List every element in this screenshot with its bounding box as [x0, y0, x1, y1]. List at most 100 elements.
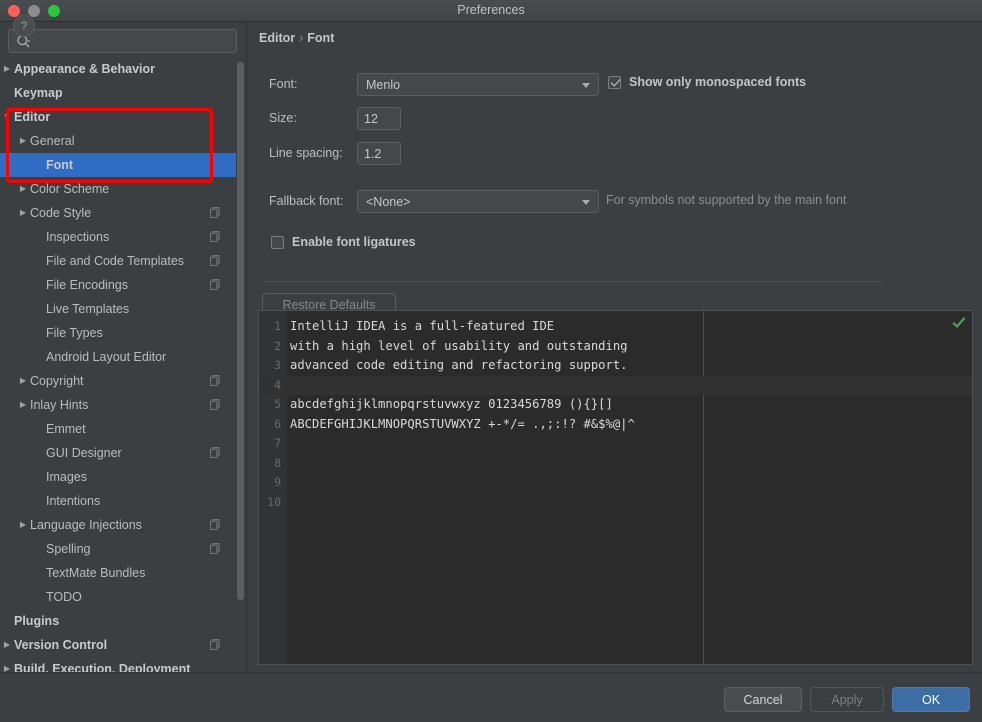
sidebar-item-todo[interactable]: TODO — [0, 585, 236, 609]
chevron-right-icon[interactable]: ▶ — [0, 633, 14, 657]
font-ligatures-checkbox[interactable]: Enable font ligatures — [271, 235, 416, 249]
font-preview-editor[interactable]: 1 IntelliJ IDEA is a full-featured IDE 2 wi… — [258, 310, 973, 665]
sidebar-item-label: File Encodings — [46, 278, 128, 292]
sidebar-item-images[interactable]: Images — [0, 465, 236, 489]
sidebar-item-font[interactable]: Font — [0, 153, 236, 177]
sidebar-item-inspections[interactable]: Inspections — [0, 225, 236, 249]
show-monospaced-label: Show only monospaced fonts — [629, 75, 807, 89]
ok-button[interactable]: OK — [892, 687, 970, 712]
sidebar-item-label: Plugins — [14, 614, 60, 628]
copy-settings-icon[interactable] — [210, 375, 221, 386]
fallback-font-value: <None> — [366, 195, 411, 209]
help-button[interactable]: ? — [13, 15, 35, 37]
sidebar-item-plugins[interactable]: Plugins — [0, 609, 236, 633]
sidebar-item-label: Copyright — [30, 374, 84, 388]
editor-line: 5 abcdefghijklmnopqrstuvwxyz 0123456789 (… — [259, 395, 972, 415]
chevron-right-icon[interactable]: ▶ — [16, 393, 30, 417]
show-monospaced-checkbox[interactable]: Show only monospaced fonts — [608, 75, 806, 89]
editor-line: 6 ABCDEFGHIJKLMNOPQRSTUVWXYZ +-*/= .,;:!?… — [259, 415, 972, 435]
line-text: advanced code editing and refactoring su… — [290, 358, 628, 372]
sidebar-item-inlay-hints[interactable]: ▶ Inlay Hints — [0, 393, 236, 417]
font-combobox[interactable]: Menlo — [357, 73, 599, 96]
copy-settings-icon[interactable] — [210, 231, 221, 242]
editor-line: 10 — [259, 493, 972, 513]
sidebar-item-editor[interactable]: ▼ Editor — [0, 105, 236, 129]
chevron-right-icon[interactable]: ▶ — [0, 657, 14, 672]
editor-line: 2 with a high level of usability and outs… — [259, 337, 972, 357]
sidebar-item-live-templates[interactable]: Live Templates — [0, 297, 236, 321]
sidebar-item-copyright[interactable]: ▶ Copyright — [0, 369, 236, 393]
line-spacing-input[interactable] — [357, 142, 401, 165]
font-label: Font: — [269, 77, 298, 91]
checkbox-indicator — [608, 75, 621, 89]
copy-settings-icon[interactable] — [210, 399, 221, 410]
sidebar-item-label: Version Control — [14, 638, 108, 652]
copy-settings-icon[interactable] — [210, 447, 221, 458]
copy-settings-icon[interactable] — [210, 279, 221, 290]
size-input[interactable] — [357, 107, 401, 130]
sidebar-item-keymap[interactable]: Keymap — [0, 81, 236, 105]
search-input[interactable] — [37, 30, 236, 54]
sidebar-item-label: Emmet — [46, 422, 86, 436]
sidebar-item-code-style[interactable]: ▶ Code Style — [0, 201, 236, 225]
sidebar-item-gui-designer[interactable]: GUI Designer — [0, 441, 236, 465]
sidebar-item-intentions[interactable]: Intentions — [0, 489, 236, 513]
fallback-font-combobox[interactable]: <None> — [357, 190, 599, 213]
breadcrumb: Editor › Font — [259, 31, 334, 45]
sidebar-item-emmet[interactable]: Emmet — [0, 417, 236, 441]
sidebar-item-file-and-code-templates[interactable]: File and Code Templates — [0, 249, 236, 273]
line-text: with a high level of usability and outst… — [290, 338, 628, 353]
sidebar-item-build-execution-deployment[interactable]: ▶ Build, Execution, Deployment — [0, 657, 236, 672]
line-number: 7 — [274, 436, 281, 450]
settings-tree[interactable]: ▶ Appearance & Behavior Keymap ▼ Editor ▶ Gene… — [0, 57, 236, 672]
copy-settings-icon[interactable] — [210, 207, 221, 218]
sidebar-item-android-layout-editor[interactable]: Android Layout Editor — [0, 345, 236, 369]
sidebar-item-label: Editor — [14, 110, 51, 124]
sidebar-item-color-scheme[interactable]: ▶ Color Scheme — [0, 177, 236, 201]
sidebar-item-version-control[interactable]: ▶ Version Control — [0, 633, 236, 657]
sidebar-item-label: Inlay Hints — [30, 398, 89, 412]
sidebar-item-label: Color Scheme — [30, 182, 110, 196]
sidebar-item-file-types[interactable]: File Types — [0, 321, 236, 345]
breadcrumb-parent[interactable]: Editor — [259, 31, 295, 45]
copy-settings-icon[interactable] — [210, 255, 221, 266]
line-number: 10 — [267, 494, 281, 509]
apply-button[interactable]: Apply — [810, 687, 884, 712]
sidebar-item-label: Android Layout Editor — [46, 350, 167, 364]
chevron-right-icon[interactable]: ▶ — [16, 129, 30, 153]
sidebar-item-label: GUI Designer — [46, 446, 122, 460]
sidebar-item-textmate-bundles[interactable]: TextMate Bundles — [0, 561, 236, 585]
cancel-button[interactable]: Cancel — [724, 687, 802, 712]
chevron-right-icon[interactable]: ▶ — [16, 513, 30, 537]
preferences-dialog: Preferences ▶ Appearance & Behavior Keymap… — [0, 0, 982, 722]
line-number: 5 — [274, 397, 281, 411]
sidebar-item-label: Font — [46, 158, 74, 172]
sidebar-item-file-encodings[interactable]: File Encodings — [0, 273, 236, 297]
sidebar-scrollbar-thumb[interactable] — [237, 62, 244, 600]
line-number: 4 — [274, 377, 281, 392]
chevron-right-icon[interactable]: ▶ — [16, 201, 30, 225]
search-field[interactable] — [8, 29, 237, 54]
chevron-right-icon[interactable]: ▶ — [16, 369, 30, 393]
line-number: 6 — [274, 416, 281, 431]
chevron-down-icon[interactable]: ▼ — [0, 105, 14, 129]
chevron-right-icon[interactable]: ▶ — [0, 57, 14, 81]
sidebar-item-label: Language Injections — [30, 518, 142, 532]
sidebar-item-general[interactable]: ▶ General — [0, 129, 236, 153]
copy-settings-icon[interactable] — [210, 639, 221, 650]
sidebar-item-appearance-behavior[interactable]: ▶ Appearance & Behavior — [0, 57, 236, 81]
chevron-right-icon[interactable]: ▶ — [16, 177, 30, 201]
breadcrumb-separator: › — [299, 31, 304, 45]
copy-settings-icon[interactable] — [210, 543, 221, 554]
green-check-icon[interactable] — [952, 316, 966, 330]
size-label: Size: — [269, 111, 297, 125]
editor-line: 1 IntelliJ IDEA is a full-featured IDE — [259, 317, 972, 337]
sidebar-item-label: TextMate Bundles — [46, 566, 146, 580]
fallback-font-label: Fallback font: — [269, 194, 344, 208]
line-text: abcdefghijklmnopqrstuvwxyz 0123456789 ()… — [290, 397, 613, 411]
copy-settings-icon[interactable] — [210, 519, 221, 530]
sidebar-item-language-injections[interactable]: ▶ Language Injections — [0, 513, 236, 537]
sidebar-item-spelling[interactable]: Spelling — [0, 537, 236, 561]
sidebar-item-label: Inspections — [46, 230, 110, 244]
editor-line: 3 advanced code editing and refactoring s… — [259, 356, 972, 376]
